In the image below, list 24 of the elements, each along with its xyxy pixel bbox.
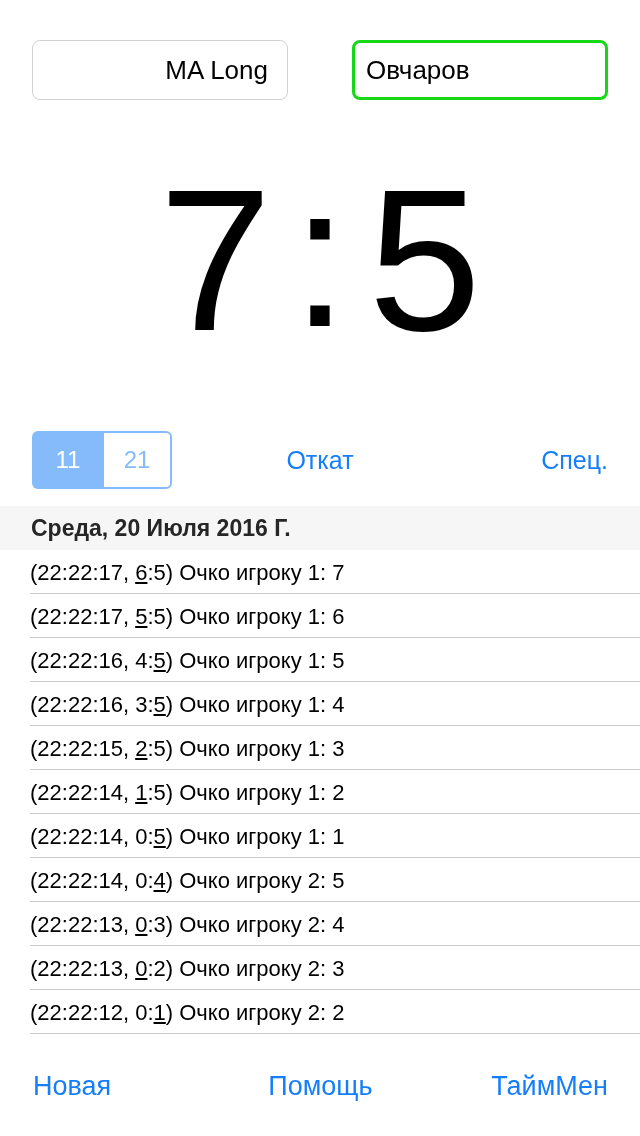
timeout-button[interactable]: ТаймМен [491, 1070, 608, 1103]
segment-tab[interactable]: 21 [102, 431, 172, 489]
help-button[interactable]: Помощь [268, 1070, 373, 1103]
undo-button[interactable]: Откат [286, 445, 354, 475]
new-game-button[interactable]: Новая [33, 1070, 112, 1103]
log-entry: (22:22:14, 0:5) Очко игроку 1: 1 [30, 822, 345, 850]
log-entry: (22:22:15, 2:5) Очко игроку 1: 3 [30, 734, 345, 762]
log-entry: (22:22:12, 0:1) Очко игроку 2: 2 [30, 998, 345, 1026]
player-name-field[interactable]: Овчаров [352, 40, 608, 100]
special-button[interactable]: Спец. [541, 445, 608, 475]
log-entry: (22:22:16, 3:5) Очко игроку 1: 4 [30, 690, 345, 718]
log-entry: (22:22:13, 0:3) Очко игроку 2: 4 [30, 910, 345, 938]
log-entry: (22:22:17, 5:5) Очко игроку 1: 6 [30, 602, 345, 630]
date-header: Среда, 20 Июля 2016 Г. [0, 506, 640, 550]
log-entry: (22:22:13, 0:2) Очко игроку 2: 3 [30, 954, 345, 982]
log-entry: (22:22:17, 6:5) Очко игроку 1: 7 [30, 558, 345, 586]
log-entry: (22:22:14, 0:4) Очко игроку 2: 5 [30, 866, 345, 894]
log-entry: (22:22:16, 4:5) Очко игроку 1: 5 [30, 646, 345, 674]
score-value: 5 [368, 158, 482, 361]
player-name-field[interactable]: MA Long [32, 40, 288, 100]
score-separator: : [291, 154, 349, 357]
log-entry: (22:22:14, 1:5) Очко игроку 1: 2 [30, 778, 345, 806]
segment-tab[interactable]: 11 [32, 431, 102, 489]
score-value: 7 [158, 158, 272, 361]
